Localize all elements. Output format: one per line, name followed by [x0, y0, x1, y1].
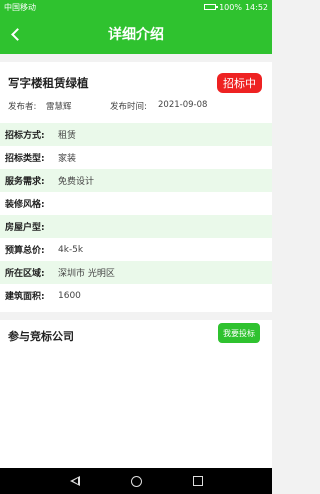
detail-value: 家装	[58, 154, 77, 164]
listing-title: 写字楼租赁绿植	[8, 76, 89, 90]
detail-row-layout: 房屋户型:	[0, 215, 272, 238]
system-nav-bar	[0, 468, 272, 494]
detail-row-service-need: 服务需求: 免费设计	[0, 169, 272, 192]
detail-label: 房屋户型:	[5, 223, 45, 233]
detail-value: 深圳市 光明区	[58, 269, 115, 279]
page-title: 详细介绍	[108, 27, 164, 43]
headline-row: 写字楼租赁绿植 招标中	[0, 72, 272, 94]
bidders-section: 参与竞标公司 我要投标	[0, 320, 272, 468]
detail-value: 4k-5k	[58, 244, 84, 255]
publisher-value: 雷慧辉	[46, 102, 72, 112]
nav-back-icon[interactable]	[69, 475, 80, 487]
bidders-title: 参与竞标公司	[8, 330, 74, 343]
detail-label: 服务需求:	[5, 177, 45, 187]
back-arrow-icon	[10, 27, 24, 41]
status-badge: 招标中	[217, 73, 262, 93]
detail-row-bid-type: 招标类型: 家装	[0, 146, 272, 169]
submit-bid-button[interactable]: 我要投标	[218, 323, 260, 343]
detail-row-budget: 预算总价: 4k-5k	[0, 238, 272, 261]
detail-value: 1600	[58, 290, 81, 301]
detail-row-style: 装修风格:	[0, 192, 272, 215]
nav-recent-apps-icon[interactable]	[192, 476, 203, 486]
detail-label: 预算总价:	[5, 246, 45, 256]
detail-row-region: 所在区域: 深圳市 光明区	[0, 261, 272, 284]
detail-label: 招标方式:	[5, 131, 45, 141]
detail-value: 租赁	[58, 131, 77, 141]
carrier-text: 中国移动	[4, 2, 36, 12]
status-bar: 中国移动 100% 14:52	[0, 0, 272, 14]
back-button[interactable]	[4, 22, 26, 46]
detail-label: 建筑面积:	[5, 292, 45, 302]
detail-label: 所在区域:	[5, 269, 45, 279]
status-right: 100% 14:52	[204, 3, 268, 12]
detail-label: 招标类型:	[5, 154, 45, 164]
battery-icon	[204, 4, 219, 10]
detail-row-bid-method: 招标方式: 租赁	[0, 123, 272, 146]
listing-card: 写字楼租赁绿植 招标中 发布者: 雷慧辉 发布时间: 2021-09-08 招标…	[0, 62, 272, 312]
publish-time-label: 发布时间:	[110, 102, 147, 112]
publish-time-value: 2021-09-08	[158, 100, 208, 110]
detail-value: 免费设计	[58, 177, 95, 187]
nav-home-icon[interactable]	[130, 475, 142, 487]
detail-label: 装修风格:	[5, 200, 45, 210]
details-list: 招标方式: 租赁 招标类型: 家装 服务需求: 免费设计 装修风格: 房屋户型:…	[0, 123, 272, 307]
publisher-label: 发布者:	[8, 102, 37, 112]
battery-text: 100%	[219, 2, 242, 12]
title-bar: 详细介绍	[0, 14, 272, 54]
clock-text: 14:52	[244, 2, 268, 12]
detail-row-area: 建筑面积: 1600	[0, 284, 272, 307]
